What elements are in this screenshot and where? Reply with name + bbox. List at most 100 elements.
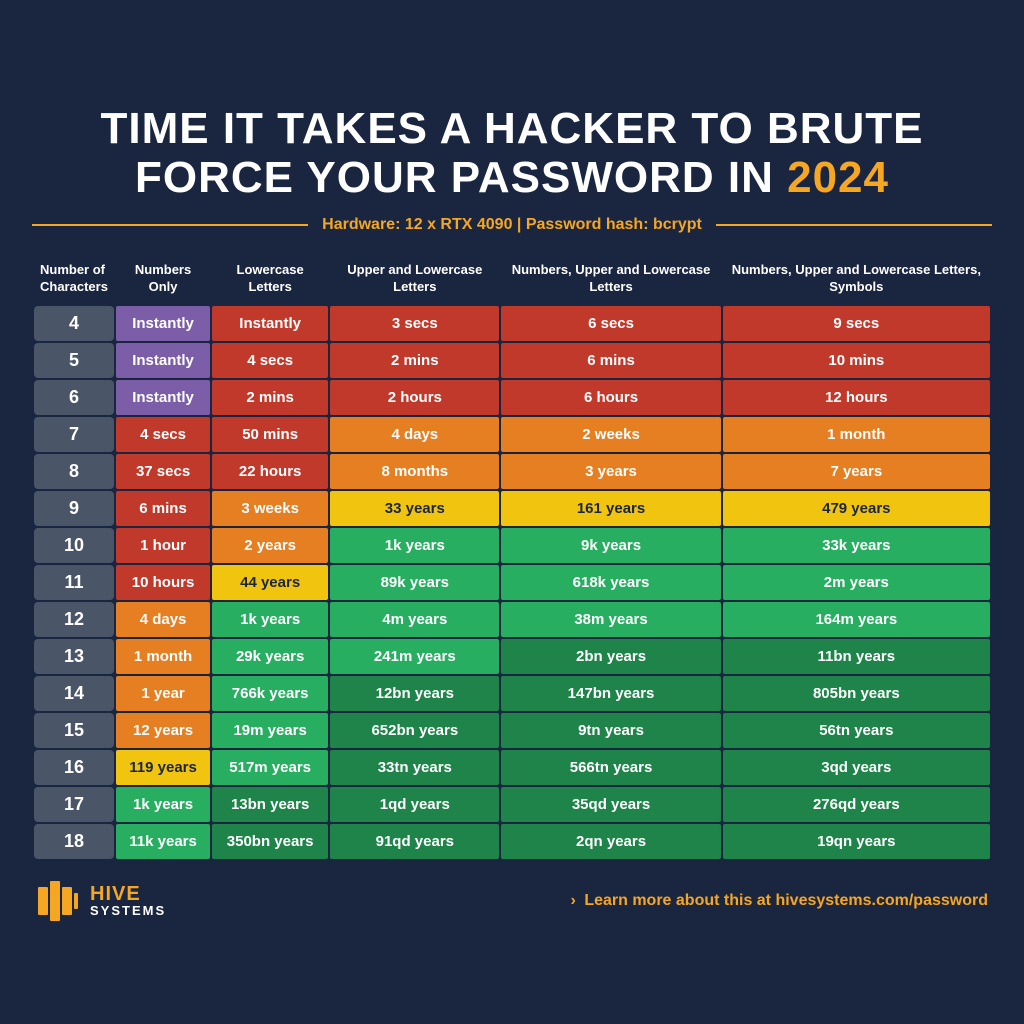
table-row: 96 mins3 weeks33 years161 years479 years	[34, 491, 990, 526]
table-row: 837 secs22 hours8 months3 years7 years	[34, 454, 990, 489]
cell-r1-c2: 2 mins	[330, 343, 499, 378]
cell-chars: 7	[34, 417, 114, 452]
cell-chars: 10	[34, 528, 114, 563]
cell-r8-c1: 1k years	[212, 602, 328, 637]
table-row: 124 days1k years4m years38m years164m ye…	[34, 602, 990, 637]
cell-chars: 8	[34, 454, 114, 489]
col-header-lower: Lowercase Letters	[212, 254, 328, 304]
cell-chars: 13	[34, 639, 114, 674]
cell-r0-c2: 3 secs	[330, 306, 499, 341]
cell-r12-c1: 517m years	[212, 750, 328, 785]
col-header-upper-lower: Upper and Lowercase Letters	[330, 254, 499, 304]
table-row: 16119 years517m years33tn years566tn yea…	[34, 750, 990, 785]
cell-chars: 6	[34, 380, 114, 415]
cell-r6-c4: 33k years	[723, 528, 990, 563]
cell-r11-c0: 12 years	[116, 713, 210, 748]
cell-r5-c4: 479 years	[723, 491, 990, 526]
cell-r3-c2: 4 days	[330, 417, 499, 452]
footer-url[interactable]: hivesystems.com/password	[775, 892, 988, 909]
hive-logo-icon	[36, 879, 80, 923]
cell-r1-c0: Instantly	[116, 343, 210, 378]
cell-r9-c3: 2bn years	[501, 639, 720, 674]
cell-r1-c3: 6 mins	[501, 343, 720, 378]
cell-r12-c0: 119 years	[116, 750, 210, 785]
cell-r14-c2: 91qd years	[330, 824, 499, 859]
hive-logo: HIVE SYSTEMS	[36, 879, 166, 923]
cell-r14-c0: 11k years	[116, 824, 210, 859]
cell-r7-c1: 44 years	[212, 565, 328, 600]
cell-r13-c2: 1qd years	[330, 787, 499, 822]
footer-link-text: Learn more about this at	[584, 892, 775, 909]
cell-r2-c2: 2 hours	[330, 380, 499, 415]
cell-r0-c3: 6 secs	[501, 306, 720, 341]
cell-r13-c3: 35qd years	[501, 787, 720, 822]
table-row: 1512 years19m years652bn years9tn years5…	[34, 713, 990, 748]
footer-link: › Learn more about this at hivesystems.c…	[571, 892, 988, 910]
table-row: 74 secs50 mins4 days2 weeks1 month	[34, 417, 990, 452]
main-title: TIME IT TAKES A HACKER TO BRUTE FORCE YO…	[32, 105, 992, 202]
cell-chars: 5	[34, 343, 114, 378]
cell-r5-c0: 6 mins	[116, 491, 210, 526]
cell-r14-c3: 2qn years	[501, 824, 720, 859]
cell-chars: 18	[34, 824, 114, 859]
cell-r2-c4: 12 hours	[723, 380, 990, 415]
title-line1: TIME IT TAKES A HACKER TO BRUTE	[101, 104, 924, 153]
cell-r6-c0: 1 hour	[116, 528, 210, 563]
cell-r11-c3: 9tn years	[501, 713, 720, 748]
footer-arrow: ›	[571, 892, 576, 909]
hive-logo-text: HIVE SYSTEMS	[90, 884, 166, 917]
cell-r10-c1: 766k years	[212, 676, 328, 711]
subtitle-line-left	[32, 224, 308, 226]
cell-chars: 9	[34, 491, 114, 526]
cell-r10-c0: 1 year	[116, 676, 210, 711]
table-row: 141 year766k years12bn years147bn years8…	[34, 676, 990, 711]
cell-r8-c3: 38m years	[501, 602, 720, 637]
cell-r0-c4: 9 secs	[723, 306, 990, 341]
footer: HIVE SYSTEMS › Learn more about this at …	[32, 879, 992, 923]
cell-r4-c1: 22 hours	[212, 454, 328, 489]
cell-r11-c1: 19m years	[212, 713, 328, 748]
table-row: 1110 hours44 years89k years618k years2m …	[34, 565, 990, 600]
cell-r6-c1: 2 years	[212, 528, 328, 563]
cell-r10-c3: 147bn years	[501, 676, 720, 711]
cell-r7-c0: 10 hours	[116, 565, 210, 600]
cell-r3-c3: 2 weeks	[501, 417, 720, 452]
cell-r3-c4: 1 month	[723, 417, 990, 452]
cell-r4-c0: 37 secs	[116, 454, 210, 489]
title-line2: FORCE YOUR PASSWORD IN	[135, 153, 787, 202]
cell-r11-c4: 56tn years	[723, 713, 990, 748]
cell-r12-c3: 566tn years	[501, 750, 720, 785]
cell-r3-c0: 4 secs	[116, 417, 210, 452]
cell-r2-c3: 6 hours	[501, 380, 720, 415]
hive-systems: SYSTEMS	[90, 904, 166, 917]
cell-r10-c2: 12bn years	[330, 676, 499, 711]
subtitle-text: Hardware: 12 x RTX 4090 | Password hash:…	[308, 216, 716, 234]
cell-r5-c1: 3 weeks	[212, 491, 328, 526]
table-row: 171k years13bn years1qd years35qd years2…	[34, 787, 990, 822]
cell-r2-c1: 2 mins	[212, 380, 328, 415]
col-header-num-upper-lower: Numbers, Upper and Lowercase Letters	[501, 254, 720, 304]
cell-r8-c4: 164m years	[723, 602, 990, 637]
cell-r4-c3: 3 years	[501, 454, 720, 489]
cell-r5-c3: 161 years	[501, 491, 720, 526]
table-row: 5Instantly4 secs2 mins6 mins10 mins	[34, 343, 990, 378]
subtitle-bar: Hardware: 12 x RTX 4090 | Password hash:…	[32, 216, 992, 234]
cell-r0-c1: Instantly	[212, 306, 328, 341]
cell-r9-c2: 241m years	[330, 639, 499, 674]
cell-chars: 12	[34, 602, 114, 637]
table-row: 101 hour2 years1k years9k years33k years	[34, 528, 990, 563]
title-year: 2024	[787, 153, 889, 202]
cell-chars: 11	[34, 565, 114, 600]
cell-r12-c2: 33tn years	[330, 750, 499, 785]
cell-r4-c2: 8 months	[330, 454, 499, 489]
cell-r1-c4: 10 mins	[723, 343, 990, 378]
cell-r13-c0: 1k years	[116, 787, 210, 822]
cell-r10-c4: 805bn years	[723, 676, 990, 711]
cell-chars: 16	[34, 750, 114, 785]
table-row: 1811k years350bn years91qd years2qn year…	[34, 824, 990, 859]
hive-brand: HIVE	[90, 884, 166, 904]
cell-r6-c3: 9k years	[501, 528, 720, 563]
cell-r8-c0: 4 days	[116, 602, 210, 637]
col-header-symbols: Numbers, Upper and Lowercase Letters, Sy…	[723, 254, 990, 304]
cell-r14-c4: 19qn years	[723, 824, 990, 859]
